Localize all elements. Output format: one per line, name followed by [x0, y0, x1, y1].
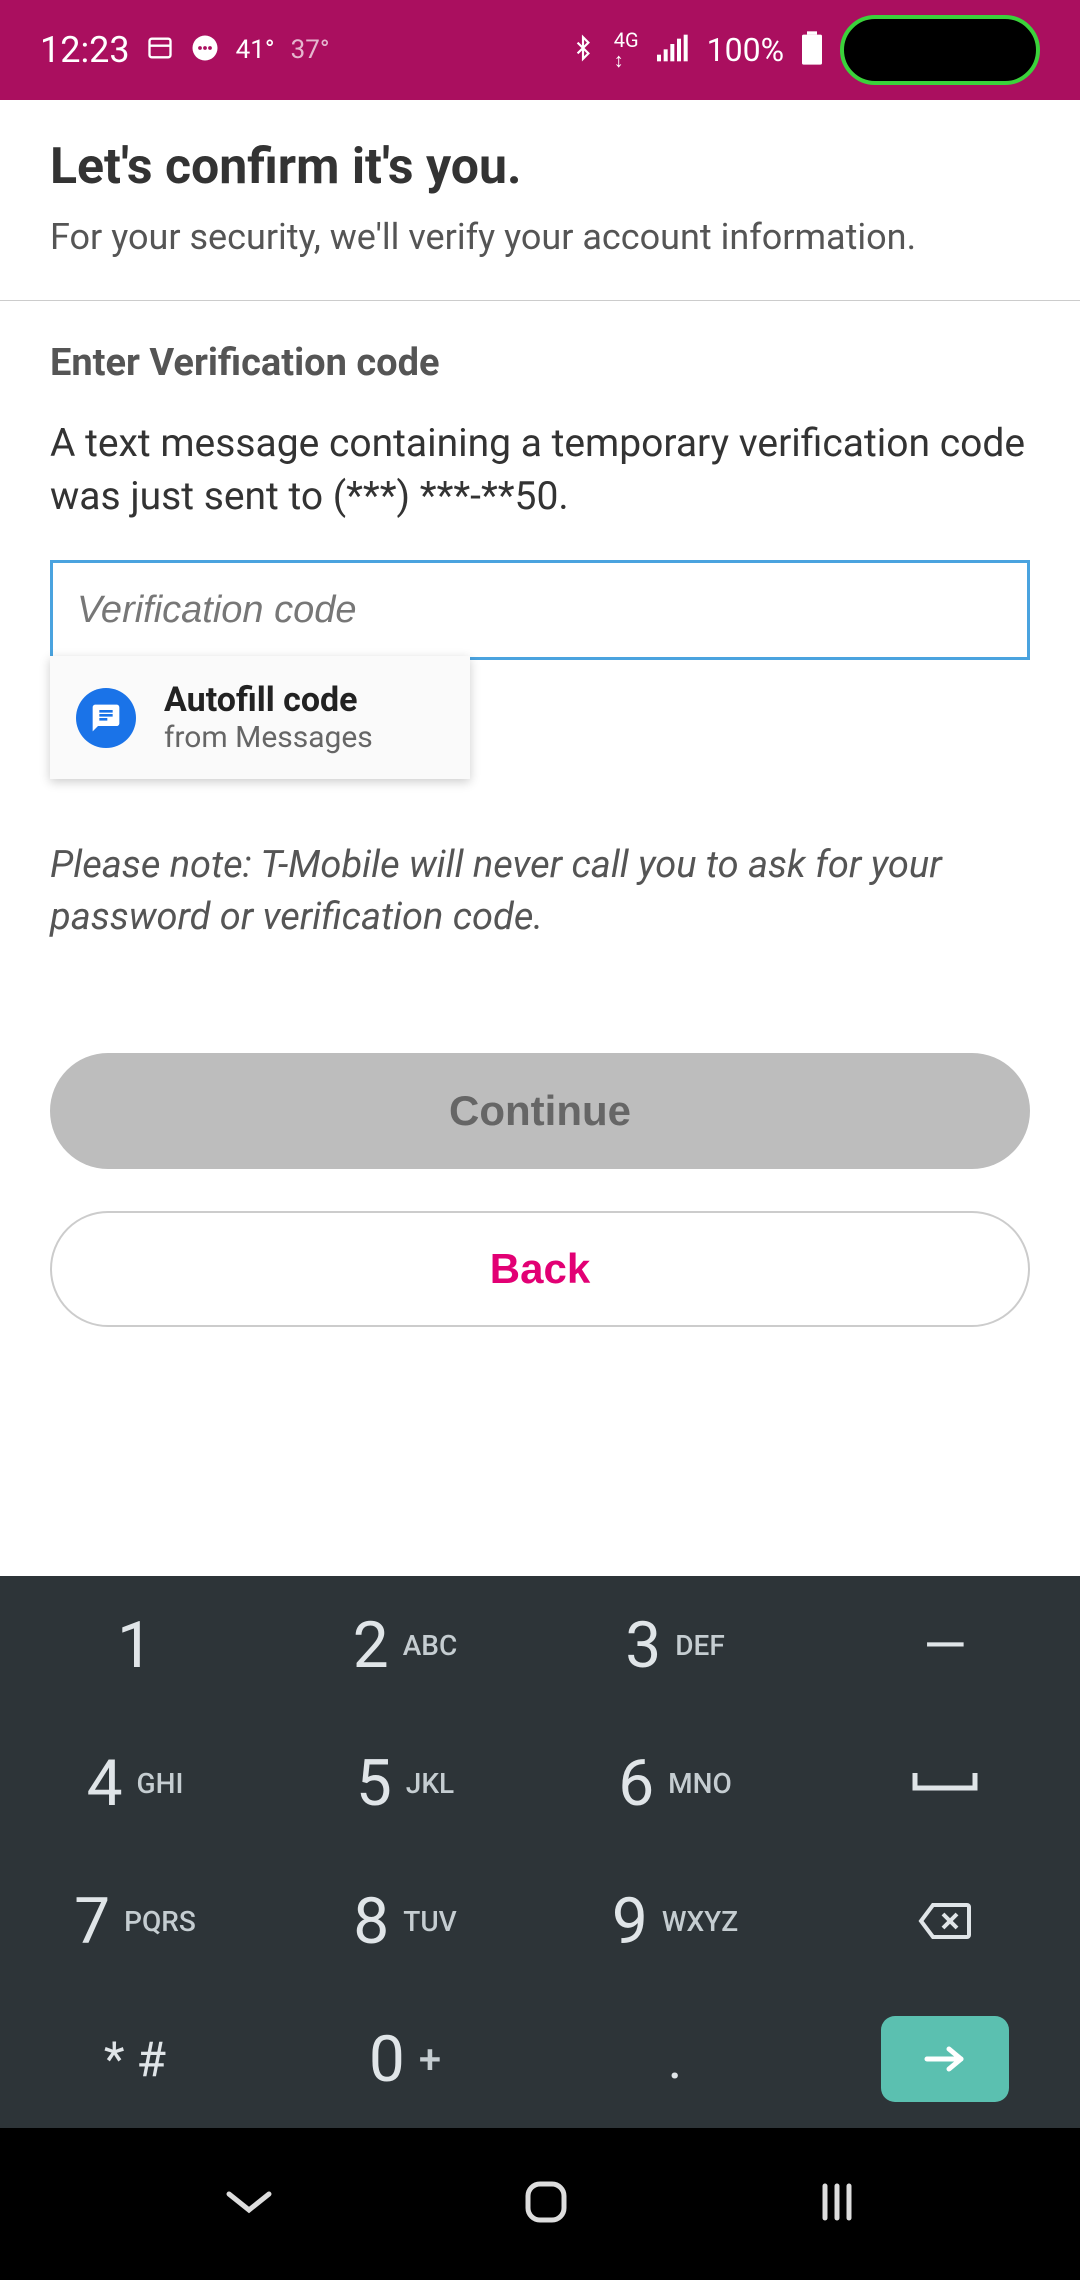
- verification-code-input[interactable]: [50, 560, 1030, 660]
- page-title: Let's confirm it's you.: [50, 138, 1030, 196]
- key-7[interactable]: 7PQRS: [0, 1852, 270, 1990]
- nav-down-icon[interactable]: [221, 2184, 277, 2224]
- input-wrap: Autofill code from Messages: [50, 560, 1030, 660]
- camera-pill: [840, 15, 1040, 85]
- key-symbols[interactable]: * #: [0, 1990, 270, 2128]
- messages-app-icon: [76, 688, 136, 748]
- key-dash[interactable]: —: [810, 1576, 1080, 1714]
- message-icon: [190, 33, 220, 67]
- key-2[interactable]: 2ABC: [270, 1576, 540, 1714]
- key-1[interactable]: 1: [0, 1576, 270, 1714]
- continue-button[interactable]: Continue: [50, 1053, 1030, 1169]
- autofill-subtitle: from Messages: [164, 720, 373, 755]
- key-9[interactable]: 9WXYZ: [540, 1852, 810, 1990]
- nav-recent-icon[interactable]: [815, 2180, 859, 2228]
- key-space[interactable]: [810, 1714, 1080, 1852]
- key-8[interactable]: 8TUV: [270, 1852, 540, 1990]
- temp-hi: 41°: [236, 35, 275, 65]
- battery-percent: 100%: [707, 31, 784, 69]
- sent-message: A text message containing a temporary ve…: [50, 417, 1030, 522]
- key-6[interactable]: 6MNO: [540, 1714, 810, 1852]
- button-group: Continue Back: [50, 1053, 1030, 1327]
- key-0[interactable]: 0+: [270, 1990, 540, 2128]
- status-right: 4G↕ 100%: [570, 15, 1040, 85]
- status-bar: 12:23 41° 37° 4G↕ 100%: [0, 0, 1080, 100]
- notification-icon: [146, 34, 174, 66]
- verification-section: Enter Verification code A text message c…: [0, 301, 1080, 1367]
- battery-icon: [802, 31, 822, 69]
- numeric-keypad: 1 2ABC 3DEF — 4GHI 5JKL 6MNO 7PQRS 8TUV …: [0, 1576, 1080, 2128]
- key-dot[interactable]: .: [540, 1990, 810, 2128]
- autofill-texts: Autofill code from Messages: [164, 680, 373, 755]
- key-5[interactable]: 5JKL: [270, 1714, 540, 1852]
- security-note: Please note: T-Mobile will never call yo…: [50, 840, 1030, 943]
- key-4[interactable]: 4GHI: [0, 1714, 270, 1852]
- page-subtitle: For your security, we'll verify your acc…: [50, 216, 1030, 258]
- system-navbar: [0, 2128, 1080, 2280]
- autofill-suggestion[interactable]: Autofill code from Messages: [50, 656, 470, 779]
- key-enter[interactable]: [810, 1990, 1080, 2128]
- back-button[interactable]: Back: [50, 1211, 1030, 1327]
- enter-icon: [881, 2016, 1009, 2102]
- bluetooth-icon: [570, 31, 596, 69]
- nav-home-icon[interactable]: [520, 2176, 572, 2232]
- verification-label: Enter Verification code: [50, 341, 1030, 385]
- temp-lo: 37°: [291, 35, 330, 65]
- status-time: 12:23: [40, 29, 130, 71]
- data-icon: 4G↕: [614, 30, 639, 70]
- autofill-title: Autofill code: [164, 680, 373, 720]
- signal-icon: [657, 34, 689, 66]
- page-header: Let's confirm it's you. For your securit…: [0, 100, 1080, 301]
- key-3[interactable]: 3DEF: [540, 1576, 810, 1714]
- key-backspace[interactable]: [810, 1852, 1080, 1990]
- status-left: 12:23 41° 37°: [40, 29, 330, 71]
